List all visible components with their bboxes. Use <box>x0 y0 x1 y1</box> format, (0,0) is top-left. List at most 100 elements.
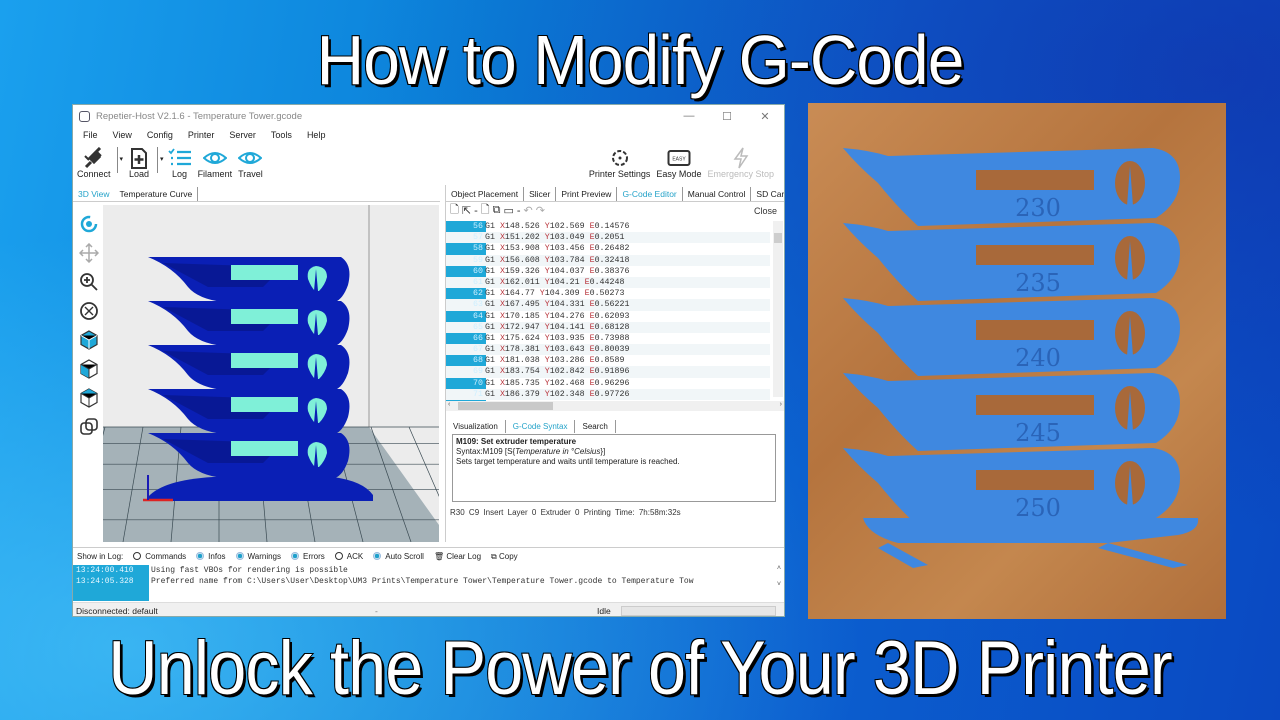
tab-gcode-editor[interactable]: G-Code Editor <box>617 187 681 201</box>
filter-commands[interactable]: Commands <box>133 552 186 561</box>
log-filter-label: Show in Log: <box>77 552 124 561</box>
copy-log-button[interactable]: ⧉ Copy <box>491 552 518 562</box>
rotate-tool[interactable] <box>75 209 103 238</box>
connect-button[interactable]: Connect <box>77 147 111 181</box>
code-line[interactable]: 67 G1 X 178.381 Y 103.643 E 0.80039 <box>446 344 770 356</box>
3d-viewport[interactable] <box>103 205 439 542</box>
travel-button[interactable]: Travel <box>238 147 263 181</box>
code-line[interactable]: 71 G1 X 186.379 Y 102.348 E 0.97726 <box>446 388 770 400</box>
trash-icon: 🗑 <box>433 552 445 561</box>
code-line[interactable]: 68 G1 X 181.038 Y 103.286 E 0.8589 <box>446 355 770 366</box>
tab-slicer[interactable]: Slicer <box>524 187 557 201</box>
code-line[interactable]: 56 G1 X 148.526 Y 102.569 E 0.14576 <box>446 221 770 232</box>
save-icon[interactable]: ▭ <box>503 204 513 217</box>
filter-auto-scroll[interactable]: Auto Scroll <box>373 552 424 561</box>
menu-file[interactable]: File <box>83 130 98 140</box>
filament-button[interactable]: Filament <box>198 147 232 181</box>
code-line[interactable]: 61 G1 X 162.011 Y 104.21 E 0.44248 <box>446 276 770 289</box>
undo-icon[interactable]: ↶ <box>524 204 533 217</box>
printer-settings-button[interactable]: Printer Settings <box>589 147 650 181</box>
export-icon[interactable]: ⇱ <box>462 204 471 217</box>
tab-gcode-syntax[interactable]: G-Code Syntax <box>506 420 575 433</box>
filter-errors[interactable]: Errors <box>291 552 325 561</box>
top-view-tool[interactable] <box>75 383 103 412</box>
gcode-command: G1 <box>485 311 500 321</box>
code-line[interactable]: 66 G1 X 175.624 Y 103.935 E 0.73988 <box>446 333 770 344</box>
filter-ack[interactable]: ACK <box>334 552 363 561</box>
minimize-button[interactable]: — <box>670 110 708 123</box>
line-number: 58 <box>473 244 483 254</box>
filter-infos[interactable]: Infos <box>196 552 226 561</box>
copy-doc-icon[interactable]: ⧉ <box>493 204 501 217</box>
separator: - <box>516 204 521 217</box>
travel-label: Travel <box>238 169 263 179</box>
tab-search[interactable]: Search <box>574 420 616 433</box>
front-view-tool[interactable] <box>75 354 103 383</box>
objects-tool[interactable] <box>75 412 103 441</box>
headline-top: How to Modify G-Code <box>316 20 966 100</box>
code-line[interactable]: 69 G1 X 183.754 Y 102.842 E 0.91896 <box>446 366 770 378</box>
clear-log-button[interactable]: 🗑 Clear Log <box>434 552 481 561</box>
tab-3d-view[interactable]: 3D View <box>73 187 115 201</box>
copy-icon: ⧉ <box>491 551 497 561</box>
close-window-button[interactable]: ✕ <box>746 110 784 123</box>
emergency-stop-button[interactable]: Emergency Stop <box>707 147 774 181</box>
log-panel[interactable]: 13:24:00.410 Using fast VBOs for renderin… <box>73 565 784 601</box>
separator <box>116 147 118 173</box>
separator: - <box>474 204 478 217</box>
code-line[interactable]: 59 G1 X 156.608 Y 103.784 E 0.32418 <box>446 254 770 266</box>
gcode-command: G1 <box>485 233 500 243</box>
menu-printer[interactable]: Printer <box>188 130 215 140</box>
fit-view-tool[interactable] <box>75 296 103 325</box>
code-line[interactable]: 70 G1 X 185.735 Y 102.468 E 0.96296 <box>446 378 770 389</box>
code-line[interactable]: 64 G1 X 170.185 Y 104.276 E 0.62093 <box>446 311 770 322</box>
redo-icon[interactable]: ↷ <box>536 204 545 217</box>
maximize-button[interactable]: ☐ <box>708 110 746 123</box>
menu-help[interactable]: Help <box>307 130 326 140</box>
tab-manual-control[interactable]: Manual Control <box>681 187 752 201</box>
new-file-icon[interactable]: 🗋 <box>450 201 459 220</box>
printed-tier: 250 <box>843 448 1180 526</box>
gcode-command: G1 <box>485 378 500 388</box>
connect-dropdown-icon[interactable]: ▾ <box>120 155 124 163</box>
temperature-label: 235 <box>1015 269 1061 297</box>
eye-icon <box>238 152 263 164</box>
iso-view-tool[interactable] <box>75 325 103 354</box>
log-button[interactable]: Log <box>167 147 192 181</box>
easy-mode-button[interactable]: EASY Easy Mode <box>656 147 701 181</box>
cube-top-icon <box>80 387 98 408</box>
gcode-command: G1 <box>485 322 500 332</box>
menu-tools[interactable]: Tools <box>271 130 292 140</box>
filter-warnings[interactable]: Warnings <box>235 552 281 561</box>
code-line[interactable]: 60 G1 X 159.326 Y 104.037 E 0.38376 <box>446 266 770 277</box>
close-editor-button[interactable]: Close <box>754 206 777 216</box>
gcode-editor[interactable]: 56 G1 X 148.526 Y 102.569 E 0.14576 57 G1 X 151… <box>446 221 784 401</box>
load-dropdown-icon[interactable]: ▾ <box>160 155 164 163</box>
zoom-tool[interactable] <box>75 267 103 296</box>
move-tool[interactable] <box>75 238 103 267</box>
tab-object-placement[interactable]: Object Placement <box>446 187 525 201</box>
menu-config[interactable]: Config <box>147 130 173 140</box>
eye-icon <box>202 152 227 164</box>
tab-print-preview[interactable]: Print Preview <box>556 187 618 201</box>
left-panel: 3D View Temperature Curve <box>73 185 440 542</box>
app-icon <box>79 110 90 122</box>
load-button[interactable]: Load <box>127 147 151 181</box>
code-line[interactable]: 65 G1 X 172.947 Y 104.141 E 0.68128 <box>446 321 770 333</box>
code-line[interactable]: 58 G1 X 153.908 Y 103.456 E 0.26482 <box>446 243 770 254</box>
log-scrollbar[interactable]: ˄ ˅ <box>774 565 784 601</box>
right-panel: Object Placement Slicer Print Preview G-… <box>445 185 784 542</box>
menu-server[interactable]: Server <box>229 130 256 140</box>
code-line[interactable]: 62 G1 X 164.77 Y 104.309 E 0.50273 <box>446 288 770 299</box>
menu-view[interactable]: View <box>113 130 132 140</box>
new-doc-icon[interactable]: 🗋 <box>481 201 490 220</box>
editor-horizontal-scrollbar[interactable]: ‹ › <box>446 401 784 411</box>
temperature-label: 250 <box>1015 494 1061 522</box>
line-number: 62 <box>473 289 483 299</box>
tab-visualization[interactable]: Visualization <box>446 420 506 433</box>
code-line[interactable]: 57 G1 X 151.202 Y 103.049 E 0.2051 <box>446 232 770 244</box>
code-line[interactable]: 63 G1 X 167.495 Y 104.331 E 0.56221 <box>446 299 770 311</box>
tab-temperature-curve[interactable]: Temperature Curve <box>115 187 199 201</box>
editor-vertical-scrollbar[interactable] <box>773 221 783 397</box>
tab-sd-card[interactable]: SD Card <box>751 187 784 201</box>
